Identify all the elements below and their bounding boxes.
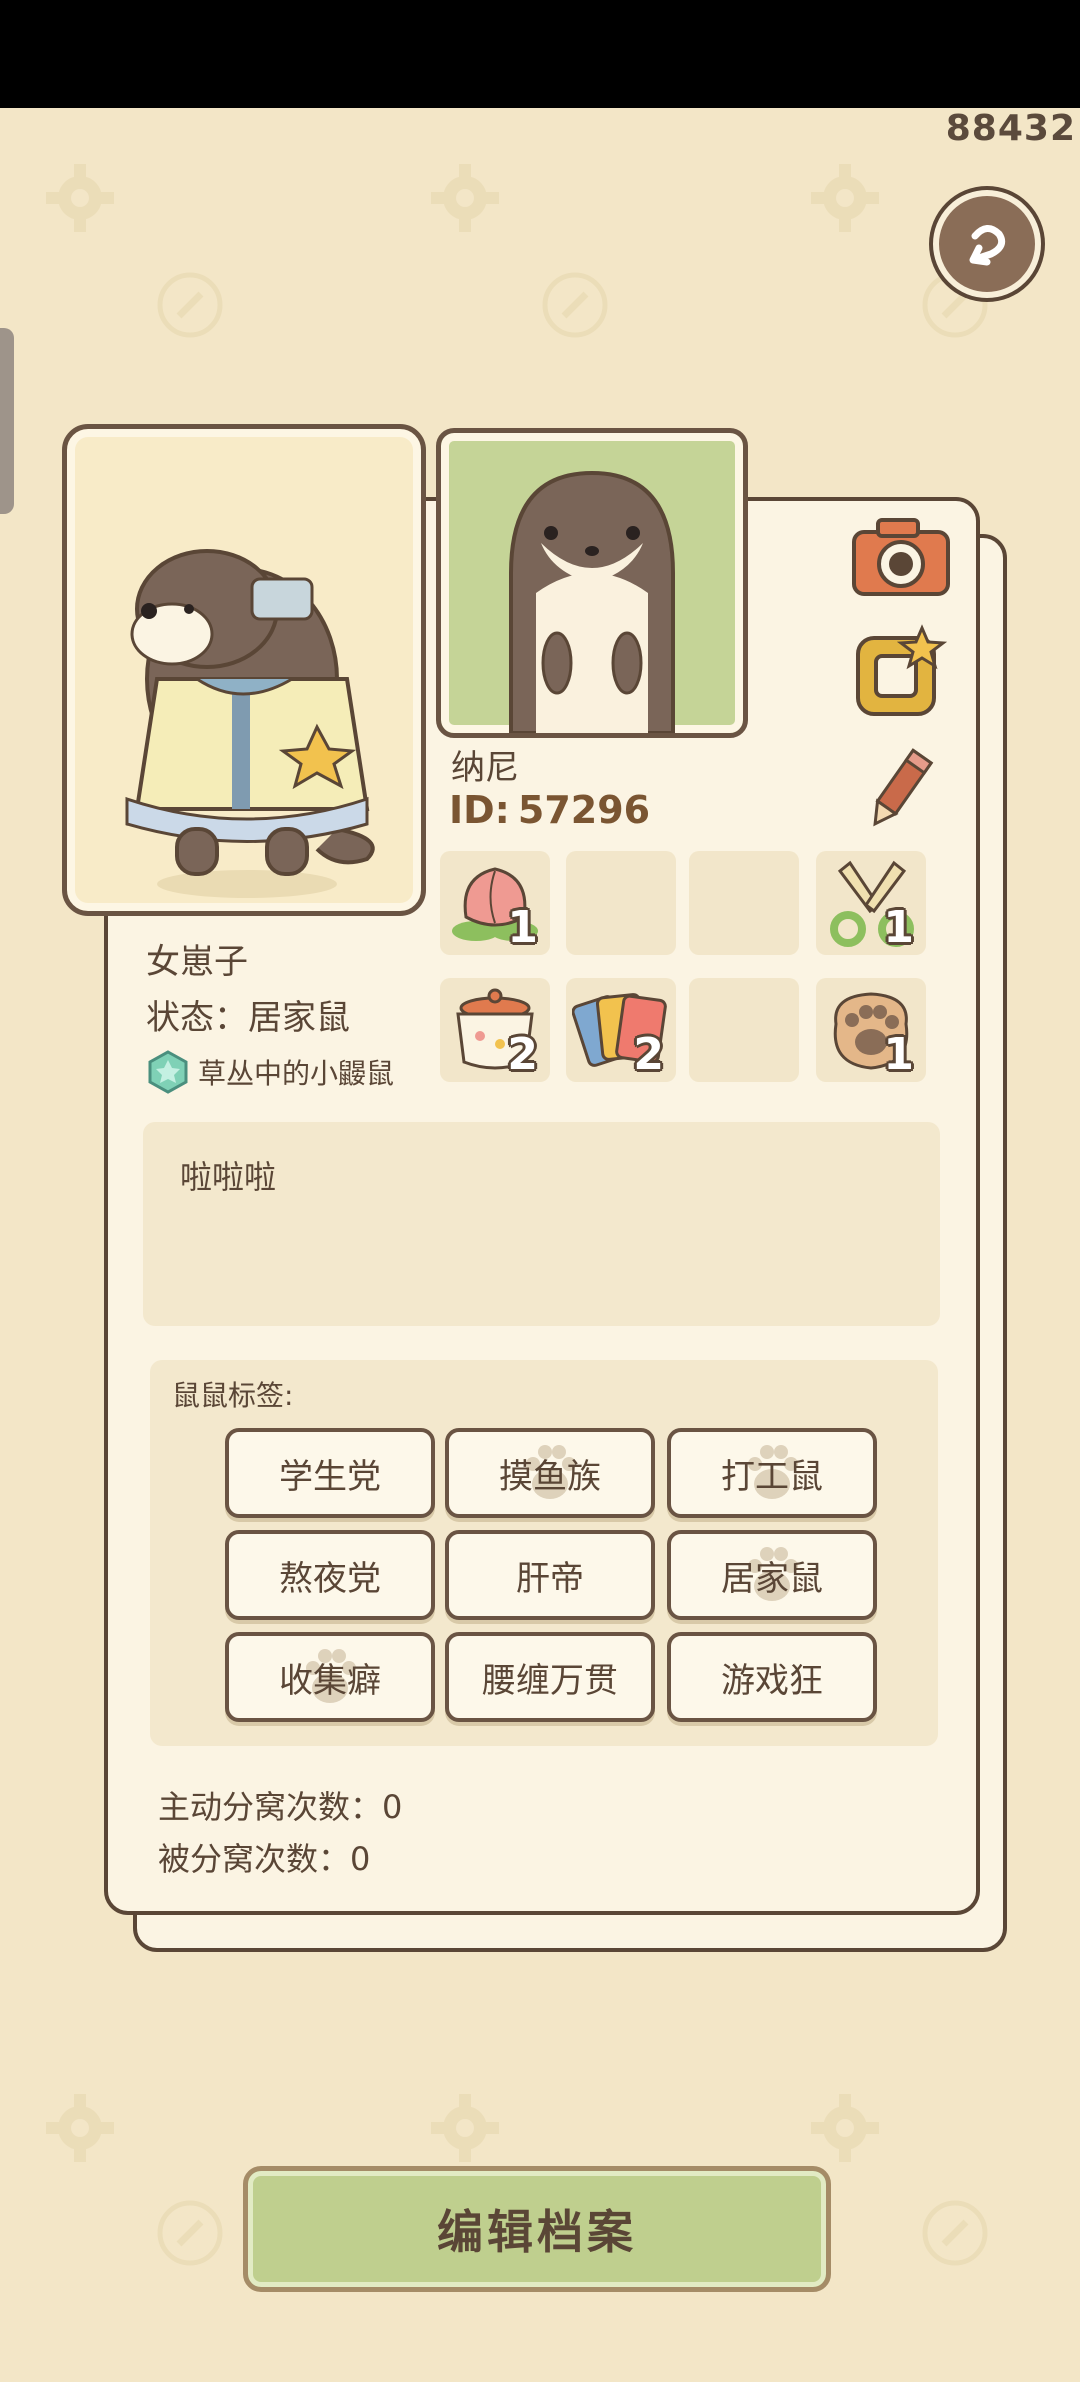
tag-button[interactable]: 肝帝: [445, 1530, 655, 1620]
tag-button[interactable]: 打工鼠: [667, 1428, 877, 1518]
gear-icon: [431, 164, 499, 232]
item-slot[interactable]: 2: [440, 978, 550, 1082]
frame-star-icon[interactable]: [848, 624, 948, 724]
avatar[interactable]: [436, 428, 748, 738]
back-button[interactable]: [933, 190, 1041, 298]
item-slot[interactable]: 2: [566, 978, 676, 1082]
user-id-label: ID:: [449, 788, 510, 832]
tags-title: 鼠鼠标签:: [172, 1379, 294, 1412]
tag-button[interactable]: 摸鱼族: [445, 1428, 655, 1518]
gear-icon: [811, 2094, 879, 2162]
gear-icon: [46, 2094, 114, 2162]
edit-profile-button[interactable]: 编辑档案: [243, 2166, 831, 2292]
passive-split-count: 被分窝次数：0: [158, 1840, 371, 1878]
pencil-circle-icon: [922, 2200, 988, 2266]
tag-button[interactable]: 游戏狂: [667, 1632, 877, 1722]
item-count: 2: [507, 1029, 538, 1080]
item-count: 1: [507, 902, 538, 953]
nickname: 纳尼: [451, 748, 519, 788]
item-slot-empty: [689, 851, 799, 955]
user-id: ID: 57296: [449, 788, 650, 832]
item-count: 1: [883, 1029, 914, 1080]
character-outfit-portrait[interactable]: [62, 424, 426, 916]
title-text: 草丛中的小鼹鼠: [198, 1057, 395, 1090]
character-status: 状态：居家鼠: [146, 998, 350, 1038]
currency-counter: 88432: [945, 108, 1076, 149]
return-arrow-icon: [969, 225, 1006, 266]
title-badge[interactable]: 草丛中的小鼹鼠: [146, 1050, 394, 1094]
item-slot[interactable]: 1: [816, 978, 926, 1082]
status-bar: [0, 0, 1080, 108]
gear-icon: [811, 164, 879, 232]
pencil-circle-icon: [542, 272, 608, 338]
user-id-value: 57296: [517, 788, 651, 832]
item-slot[interactable]: 1: [440, 851, 550, 955]
tag-button[interactable]: 熬夜党: [225, 1530, 435, 1620]
tag-button[interactable]: 学生党: [225, 1428, 435, 1518]
item-slot-empty: [566, 851, 676, 955]
tag-button[interactable]: 收集癖: [225, 1632, 435, 1722]
item-slot[interactable]: 1: [816, 851, 926, 955]
pencil-circle-icon: [157, 2200, 223, 2266]
item-count: 2: [633, 1029, 664, 1080]
bio-text: 啦啦啦: [180, 1158, 277, 1196]
camera-icon[interactable]: [848, 512, 954, 600]
gear-icon: [46, 164, 114, 232]
pencil-circle-icon: [157, 272, 223, 338]
gem-badge-icon: [148, 1050, 188, 1094]
edit-pencil-icon[interactable]: [860, 746, 940, 834]
character-name: 女崽子: [146, 942, 248, 982]
tag-button[interactable]: 居家鼠: [667, 1530, 877, 1620]
side-drawer-handle[interactable]: [0, 328, 14, 514]
otter-avatar-illustration: [509, 470, 675, 733]
otter-outfit-illustration: [125, 549, 375, 898]
tag-button[interactable]: 腰缠万贯: [445, 1632, 655, 1722]
item-slot-empty: [689, 978, 799, 1082]
item-count: 1: [883, 902, 914, 953]
active-split-count: 主动分窝次数：0: [158, 1788, 403, 1826]
gear-icon: [431, 2094, 499, 2162]
